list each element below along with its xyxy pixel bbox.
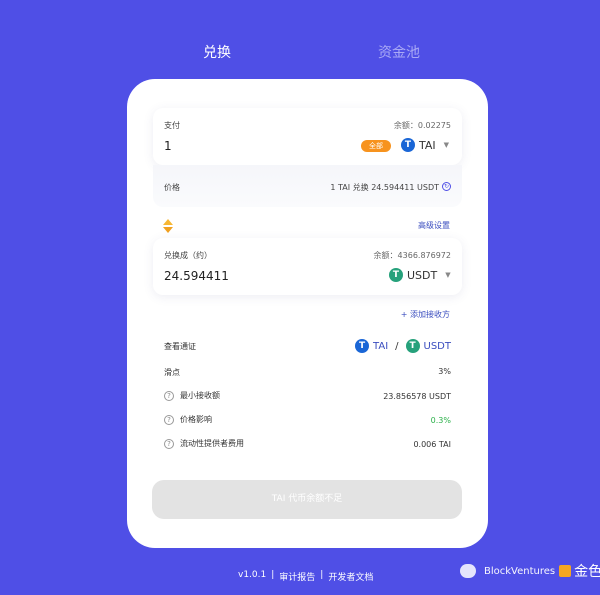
lp-fee-value: 0.006 TAI bbox=[413, 440, 451, 449]
price-row: 价格 1 TAI 兑换 24.594411 USDT ↻ bbox=[153, 165, 462, 207]
tai-icon[interactable]: T bbox=[355, 339, 370, 353]
tab-swap[interactable]: 兑换 bbox=[203, 42, 231, 62]
audit-report-link[interactable]: 审计报告 bbox=[279, 570, 315, 583]
slippage-label: 滑点 bbox=[164, 368, 180, 377]
receive-amount-input[interactable]: 24.594411 bbox=[164, 269, 229, 283]
lp-fee-row: ? 流动性提供者费用 bbox=[164, 438, 244, 449]
developer-docs-link[interactable]: 开发者文档 bbox=[328, 570, 373, 583]
pay-balance: 余额：0.02275 bbox=[393, 121, 451, 130]
view-token-links: T TAI / T USDT bbox=[355, 339, 451, 353]
add-recipient-link[interactable]: + 添加接收方 bbox=[401, 309, 450, 320]
tab-pool[interactable]: 资金池 bbox=[378, 42, 420, 62]
help-icon[interactable]: ? bbox=[164, 438, 174, 449]
usdt-icon[interactable]: T bbox=[405, 339, 420, 353]
insufficient-balance-button[interactable]: TAI 代币余额不足 bbox=[152, 480, 462, 519]
token-separator: / bbox=[395, 340, 399, 352]
pay-panel: 支付 余额：0.02275 1 全部 T TAI ▼ bbox=[153, 108, 462, 165]
watermark-brand: BlockVentures bbox=[484, 565, 556, 577]
token-a-link[interactable]: TAI bbox=[373, 341, 388, 352]
wechat-icon bbox=[460, 564, 476, 578]
pay-amount-input[interactable]: 1 bbox=[164, 139, 172, 153]
version-label: v1.0.1 bbox=[238, 570, 267, 580]
receive-token-select[interactable]: T USDT ▼ bbox=[389, 268, 451, 282]
pay-token-name: TAI bbox=[419, 138, 436, 152]
refresh-icon[interactable]: ↻ bbox=[442, 182, 451, 191]
watermark-cn: 金色财经 bbox=[574, 564, 600, 580]
min-received-value: 23.856578 USDT bbox=[383, 392, 451, 401]
top-tabs: 兑换 资金池 bbox=[0, 42, 600, 64]
swap-direction-icon[interactable] bbox=[163, 219, 173, 233]
chevron-down-icon: ▼ bbox=[445, 271, 451, 279]
pay-label: 支付 bbox=[164, 121, 180, 130]
price-impact-row: ? 价格影响 bbox=[164, 414, 212, 425]
usdt-icon: T bbox=[389, 268, 403, 282]
help-icon[interactable]: ? bbox=[164, 414, 174, 425]
price-value: 1 TAI 兑换 24.594411 USDT bbox=[330, 183, 439, 192]
slippage-value: 3% bbox=[438, 367, 451, 376]
lp-fee-label: 流动性提供者费用 bbox=[180, 439, 244, 448]
min-received-label: 最小接收额 bbox=[180, 391, 220, 400]
footer-separator: | bbox=[271, 570, 275, 580]
footer: v1.0.1 | 审计报告 | 开发者文档 bbox=[238, 570, 373, 583]
receive-panel: 兑换成（约） 余额：4366.876972 24.594411 T USDT ▼ bbox=[153, 238, 462, 295]
footer-separator: | bbox=[320, 570, 324, 580]
receive-token-name: USDT bbox=[407, 268, 438, 282]
pay-token-select[interactable]: T TAI ▼ bbox=[401, 138, 449, 152]
min-received-row: ? 最小接收额 bbox=[164, 390, 220, 401]
price-impact-label: 价格影响 bbox=[180, 415, 212, 424]
token-b-link[interactable]: USDT bbox=[424, 341, 451, 352]
receive-balance: 余额：4366.876972 bbox=[373, 251, 451, 260]
receive-label: 兑换成（约） bbox=[164, 251, 212, 260]
watermark: BlockVentures 金色财经 bbox=[460, 561, 600, 581]
chevron-down-icon: ▼ bbox=[443, 141, 450, 149]
help-icon[interactable]: ? bbox=[164, 390, 174, 401]
max-button[interactable]: 全部 bbox=[361, 140, 391, 152]
advanced-settings-link[interactable]: 高级设置 bbox=[418, 220, 450, 231]
price-label: 价格 bbox=[164, 183, 180, 192]
tai-icon: T bbox=[401, 138, 415, 152]
view-token-label: 查看通证 bbox=[164, 342, 196, 351]
jinse-logo-icon bbox=[559, 565, 572, 577]
swap-card: 支付 余额：0.02275 1 全部 T TAI ▼ 价格 1 TAI 兑换 2… bbox=[127, 79, 488, 548]
price-impact-value: 0.3% bbox=[430, 416, 451, 425]
